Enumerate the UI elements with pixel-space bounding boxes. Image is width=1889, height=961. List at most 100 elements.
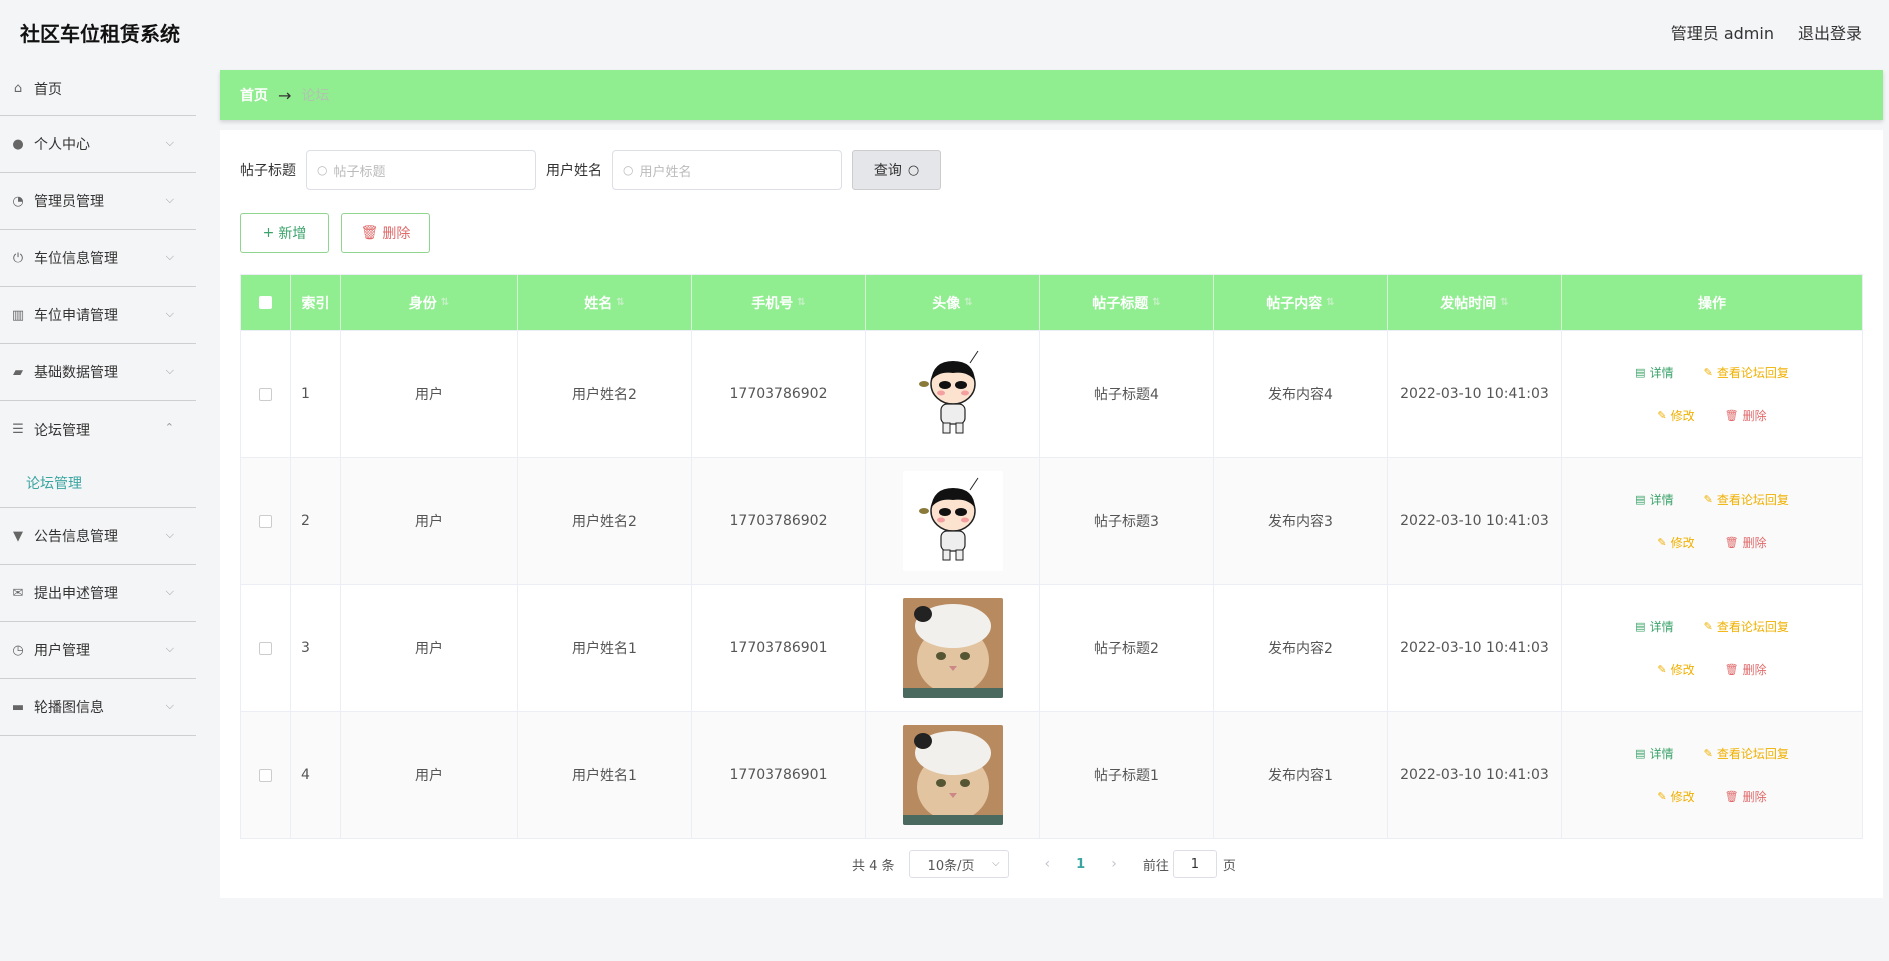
submenu-item-forum[interactable]: 论坛管理: [0, 458, 196, 508]
view-replies-button[interactable]: ✎ 查看论坛回复: [1694, 612, 1799, 641]
delete-button[interactable]: 🗑 删除: [341, 213, 430, 253]
page-number[interactable]: 1: [1076, 857, 1085, 872]
sidebar-item-10[interactable]: ▬ 轮播图信息 ⌵: [0, 679, 196, 736]
sort-icon[interactable]: ⇅: [964, 297, 972, 308]
sort-icon[interactable]: ⇅: [1326, 297, 1334, 308]
delete-row-button[interactable]: 🗑 删除: [1715, 528, 1777, 557]
ops-group: ▤ 详情 ✎ 查看论坛回复 ✎ 修改 🗑 删除: [1625, 739, 1799, 811]
ops-row: ✎ 修改 🗑 删除: [1647, 401, 1776, 430]
avatar: [902, 725, 1003, 825]
add-button[interactable]: + 新增: [240, 213, 329, 253]
trash-icon: 🗑: [1724, 663, 1739, 676]
sort-icon[interactable]: ⇅: [1152, 297, 1160, 308]
sidebar-item-1[interactable]: ● 个人中心 ⌵: [0, 116, 196, 173]
edit-button[interactable]: ✎ 修改: [1647, 528, 1704, 557]
next-page-button[interactable]: ›: [1111, 856, 1117, 872]
edit-icon: ✎: [1657, 790, 1667, 803]
detail-button[interactable]: ▤ 详情: [1625, 485, 1683, 514]
edit-icon: ✎: [1657, 663, 1667, 676]
edit-button-label: 修改: [1670, 409, 1695, 423]
current-user[interactable]: 管理员 admin: [1671, 20, 1774, 44]
edit-icon: ✎: [1703, 493, 1713, 506]
detail-button[interactable]: ▤ 详情: [1625, 739, 1683, 768]
table-header: 索引 身份 ⇅ 姓名 ⇅ 手机号 ⇅ 头像 ⇅ 帖子标题 ⇅ 帖子内容 ⇅ 发帖时间 ⇅ 操作: [241, 275, 1862, 330]
query-button[interactable]: 查询 ○: [852, 150, 941, 190]
detail-button[interactable]: ▤ 详情: [1625, 612, 1683, 641]
row-checkbox[interactable]: [259, 514, 272, 528]
name-search-input[interactable]: ○ 用户姓名: [612, 150, 842, 190]
sidebar-item-6[interactable]: ☰ 论坛管理 ⌃: [0, 401, 196, 458]
sidebar-item-8[interactable]: ✉ 提出申述管理 ⌵: [0, 565, 196, 622]
view-replies-button[interactable]: ✎ 查看论坛回复: [1694, 485, 1799, 514]
index-value: 1: [301, 386, 310, 402]
add-button-label: 新增: [278, 226, 307, 242]
delete-row-button[interactable]: 🗑 删除: [1715, 782, 1777, 811]
phone-value: 17703786902: [729, 386, 828, 402]
sort-icon[interactable]: ⇅: [441, 297, 449, 308]
title-search-placeholder: 帖子标题: [333, 164, 386, 180]
detail-button-label: 详情: [1649, 366, 1674, 380]
edit-button[interactable]: ✎ 修改: [1647, 782, 1704, 811]
breadcrumb-home[interactable]: 首页: [240, 85, 268, 105]
header-content[interactable]: 帖子内容 ⇅: [1214, 275, 1388, 330]
header-name[interactable]: 姓名 ⇅: [518, 275, 692, 330]
trash-icon: 🗑: [1724, 790, 1739, 803]
table-row: 2 用户 用户姓名2 17703786902 帖子标题3 发布内容3 2022-03-10 …: [241, 457, 1862, 584]
role-cell: 用户: [341, 712, 518, 838]
name-cell: 用户姓名2: [518, 458, 692, 584]
query-button-label: 查询: [873, 163, 902, 179]
chevron-up-icon: ⌃: [164, 421, 174, 434]
edit-button[interactable]: ✎ 修改: [1647, 655, 1704, 684]
sidebar-item-2[interactable]: ◔ 管理员管理 ⌵: [0, 173, 196, 230]
content-value: 发布内容2: [1268, 641, 1333, 657]
sidebar-item-0[interactable]: ⌂ 首页: [0, 62, 196, 116]
title-cell: 帖子标题1: [1040, 712, 1214, 838]
time-cell: 2022-03-10 10:41:03: [1388, 712, 1562, 838]
view-replies-button[interactable]: ✎ 查看论坛回复: [1694, 739, 1799, 768]
title-search-input[interactable]: ○ 帖子标题: [306, 150, 536, 190]
header-content-label: 帖子内容: [1266, 295, 1323, 312]
user-icon: ●: [12, 136, 24, 152]
sidebar-item-9[interactable]: ◷ 用户管理 ⌵: [0, 622, 196, 679]
header-role[interactable]: 身份 ⇅: [341, 275, 518, 330]
row-checkbox[interactable]: [259, 387, 272, 401]
header-phone[interactable]: 手机号 ⇅: [692, 275, 866, 330]
header-time[interactable]: 发帖时间 ⇅: [1388, 275, 1562, 330]
document-icon: ▤: [1635, 747, 1646, 760]
row-checkbox[interactable]: [259, 641, 272, 655]
sidebar-item-7[interactable]: ▼ 公告信息管理 ⌵: [0, 508, 196, 565]
sort-icon[interactable]: ⇅: [797, 297, 805, 308]
view-replies-button[interactable]: ✎ 查看论坛回复: [1694, 358, 1799, 387]
avatar-cell: [866, 712, 1040, 838]
header-title[interactable]: 帖子标题 ⇅: [1040, 275, 1214, 330]
sidebar-item-5[interactable]: ▰ 基础数据管理 ⌵: [0, 344, 196, 401]
sidebar-item-3[interactable]: ⏻ 车位信息管理 ⌵: [0, 230, 196, 287]
prev-page-button[interactable]: ‹: [1045, 856, 1051, 872]
header-avatar-label: 头像: [932, 295, 961, 312]
goto-page-input[interactable]: 1: [1172, 850, 1217, 878]
delete-row-button[interactable]: 🗑 删除: [1715, 401, 1777, 430]
sidebar-item-4[interactable]: ▥ 车位申请管理 ⌵: [0, 287, 196, 344]
sort-icon[interactable]: ⇅: [616, 297, 624, 308]
logout-link[interactable]: 退出登录: [1798, 20, 1862, 44]
title-value: 帖子标题4: [1094, 387, 1159, 403]
trash-icon: 🗑: [1724, 536, 1739, 549]
sort-icon[interactable]: ⇅: [1500, 297, 1508, 308]
chevron-down-icon: ⌵: [165, 250, 174, 263]
select-all-checkbox[interactable]: [259, 296, 272, 309]
role-cell: 用户: [341, 331, 518, 457]
page-size-select[interactable]: 10条/页 ⌵: [908, 850, 1009, 878]
delete-row-button[interactable]: 🗑 删除: [1715, 655, 1777, 684]
stamp-icon: ▼: [13, 528, 23, 544]
search-icon: ○: [623, 163, 634, 177]
title-search-label: 帖子标题: [240, 163, 296, 179]
time-value: 2022-03-10 10:41:03: [1400, 640, 1549, 656]
header-role-label: 身份: [408, 295, 437, 312]
ops-row: ▤ 详情 ✎ 查看论坛回复: [1625, 612, 1799, 641]
header-avatar[interactable]: 头像 ⇅: [866, 275, 1040, 330]
detail-button[interactable]: ▤ 详情: [1625, 358, 1683, 387]
edit-button-label: 修改: [1670, 663, 1695, 677]
sidebar-item-label: 公告信息管理: [34, 529, 118, 545]
edit-button[interactable]: ✎ 修改: [1647, 401, 1704, 430]
row-checkbox[interactable]: [259, 768, 272, 782]
